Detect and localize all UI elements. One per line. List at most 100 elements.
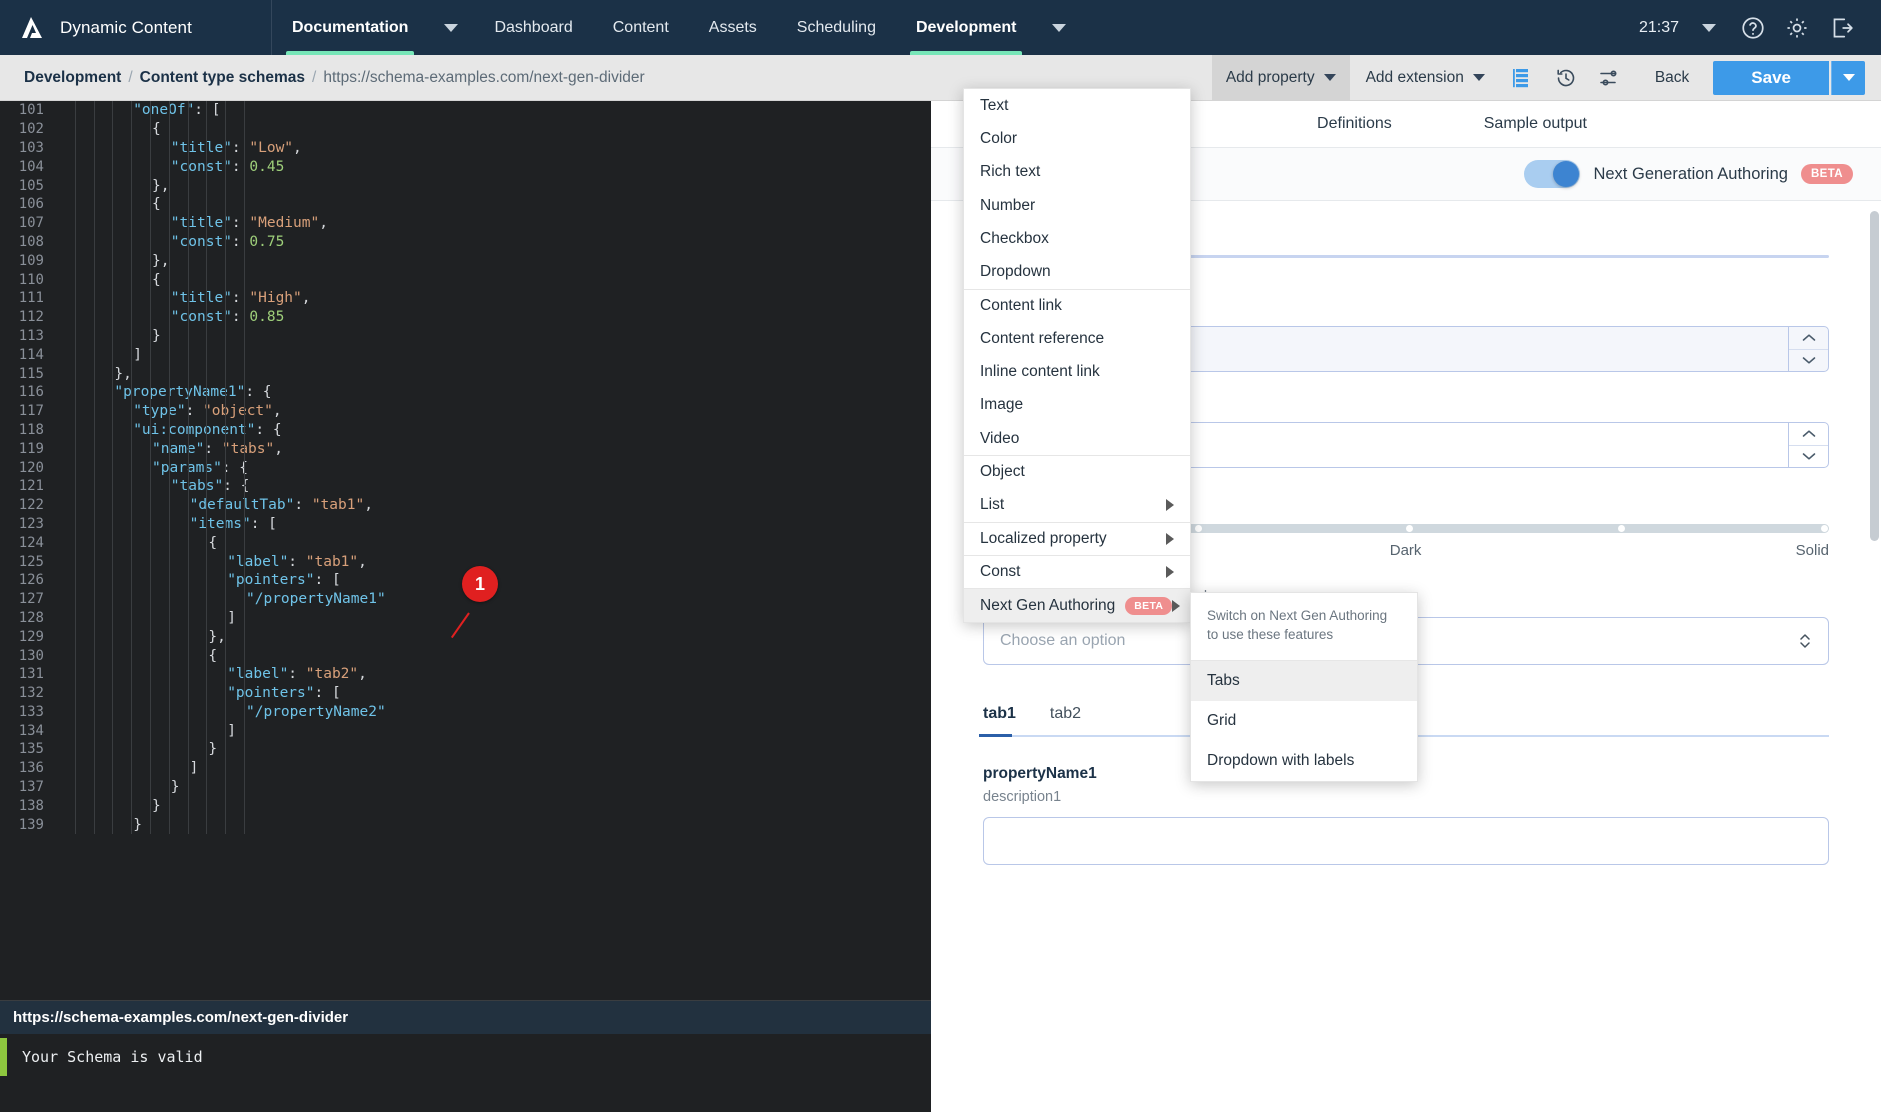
menu-item-dropdown[interactable]: Dropdown (964, 255, 1190, 288)
property-tab-tab2[interactable]: tab2 (1050, 705, 1091, 735)
format-code-button[interactable] (1501, 57, 1543, 99)
code-line[interactable]: 115}, (0, 364, 931, 383)
submenu-item-dropdown-with-labels[interactable]: Dropdown with labels (1191, 741, 1417, 781)
code-line[interactable]: 122"defaultTab": "tab1", (0, 496, 931, 515)
preview-scrollbar[interactable] (1870, 211, 1879, 541)
menu-item-image[interactable]: Image (964, 389, 1190, 422)
tab-sample-output[interactable]: Sample output (1438, 101, 1633, 147)
menu-item-number[interactable]: Number (964, 189, 1190, 222)
code-line[interactable]: 130{ (0, 646, 931, 665)
code-line[interactable]: 106{ (0, 195, 931, 214)
menu-item-color[interactable]: Color (964, 122, 1190, 155)
code-line[interactable]: 105}, (0, 176, 931, 195)
chevron-down-icon[interactable] (1789, 446, 1828, 468)
add-property-button[interactable]: Add property (1212, 55, 1350, 100)
chevron-down-icon[interactable] (1789, 350, 1828, 372)
menu-item-object[interactable]: Object (964, 455, 1190, 488)
code-line[interactable]: 110{ (0, 270, 931, 289)
menu-item-rich-text[interactable]: Rich text (964, 156, 1190, 189)
code-line[interactable]: 138} (0, 796, 931, 815)
code-line[interactable]: 137} (0, 778, 931, 797)
submenu-item-tabs[interactable]: Tabs (1191, 661, 1417, 701)
documentation-dropdown-toggle[interactable] (428, 0, 474, 55)
menu-item-checkbox[interactable]: Checkbox (964, 222, 1190, 255)
nav-item-scheduling[interactable]: Scheduling (777, 0, 896, 55)
menu-item-content-reference[interactable]: Content reference (964, 322, 1190, 355)
number-input-1-stepper[interactable] (1788, 327, 1828, 371)
breadcrumb-development[interactable]: Development (24, 69, 121, 87)
save-label: Save (1751, 68, 1791, 88)
code-line[interactable]: 103"title": "Low", (0, 139, 931, 158)
property-tab-tab1[interactable]: tab1 (983, 705, 1026, 735)
logout-button[interactable] (1821, 8, 1861, 48)
code-line[interactable]: 108"const": 0.75 (0, 233, 931, 252)
add-extension-button[interactable]: Add extension (1352, 55, 1499, 100)
code-line[interactable]: 134] (0, 721, 931, 740)
nav-item-development[interactable]: Development (896, 0, 1036, 55)
code-line[interactable]: 135} (0, 740, 931, 759)
tab-definitions[interactable]: Definitions (1271, 101, 1438, 147)
chevron-up-icon[interactable] (1789, 423, 1828, 446)
code-line[interactable]: 125"label": "tab1", (0, 552, 931, 571)
breadcrumb-current-schema: https://schema-examples.com/next-gen-div… (323, 69, 644, 87)
help-button[interactable] (1733, 8, 1773, 48)
save-options-toggle[interactable] (1831, 61, 1865, 95)
history-button[interactable] (1545, 57, 1587, 99)
menu-item-object-label: Object (980, 463, 1025, 481)
nav-item-dashboard[interactable]: Dashboard (474, 0, 592, 55)
back-button[interactable]: Back (1633, 69, 1711, 87)
nav-item-content[interactable]: Content (593, 0, 689, 55)
clock-dropdown-toggle[interactable] (1689, 8, 1729, 48)
next-gen-authoring-submenu[interactable]: Switch on Next Gen Authoring to use thes… (1190, 592, 1418, 782)
menu-item-const[interactable]: Const (964, 555, 1190, 588)
code-line[interactable]: 131"label": "tab2", (0, 665, 931, 684)
breadcrumb-content-type-schemas[interactable]: Content type schemas (140, 69, 305, 87)
code-line[interactable]: 120"params": { (0, 458, 931, 477)
menu-item-text[interactable]: Text (964, 89, 1190, 122)
code-line[interactable]: 116"propertyName1": { (0, 383, 931, 402)
line-number: 129 (0, 629, 58, 645)
code-line[interactable]: 112"const": 0.85 (0, 308, 931, 327)
save-button[interactable]: Save (1713, 61, 1829, 95)
code-line[interactable]: 121"tabs": { (0, 477, 931, 496)
number-input-2-stepper[interactable] (1788, 423, 1828, 467)
settings-button[interactable] (1777, 8, 1817, 48)
menu-item-content-link[interactable]: Content link (964, 289, 1190, 322)
line-number: 103 (0, 140, 58, 156)
submenu-item-grid[interactable]: Grid (1191, 701, 1417, 741)
code-line[interactable]: 107"title": "Medium", (0, 214, 931, 233)
nav-item-assets[interactable]: Assets (689, 0, 777, 55)
code-line[interactable]: 113} (0, 327, 931, 346)
code-line[interactable]: 119"name": "tabs", (0, 439, 931, 458)
code-line[interactable]: 104"const": 0.45 (0, 157, 931, 176)
menu-item-inline-content-link[interactable]: Inline content link (964, 355, 1190, 388)
code-line[interactable]: 111"title": "High", (0, 289, 931, 308)
code-line[interactable]: 132"pointers": [ (0, 684, 931, 703)
code-line[interactable]: 136] (0, 759, 931, 778)
code-line[interactable]: 129}, (0, 627, 931, 646)
nav-item-documentation[interactable]: Documentation (272, 0, 428, 55)
add-property-menu[interactable]: TextColorRich textNumberCheckboxDropdown… (963, 88, 1191, 623)
code-line[interactable]: 109}, (0, 251, 931, 270)
code-line[interactable]: 139} (0, 815, 931, 834)
code-line[interactable]: 124{ (0, 533, 931, 552)
menu-item-video[interactable]: Video (964, 422, 1190, 455)
code-line[interactable]: 114] (0, 345, 931, 364)
chevron-up-icon[interactable] (1789, 327, 1828, 350)
menu-item-list[interactable]: List (964, 489, 1190, 522)
code-line[interactable]: 133"/propertyName2" (0, 703, 931, 722)
property-name-1-input[interactable] (983, 817, 1829, 865)
code-editor[interactable]: 101"oneOf": [102{103"title": "Low",104"c… (0, 101, 931, 1112)
menu-item-localized-property[interactable]: Localized property (964, 522, 1190, 555)
code-line[interactable]: 102{ (0, 120, 931, 139)
brand[interactable]: Dynamic Content (0, 0, 272, 55)
menu-item-next-gen-authoring[interactable]: Next Gen AuthoringBETA (964, 588, 1190, 621)
code-line[interactable]: 101"oneOf": [ (0, 101, 931, 120)
next-gen-authoring-toggle[interactable] (1524, 160, 1580, 188)
code-line[interactable]: 118"ui:component": { (0, 421, 931, 440)
code-line[interactable]: 123"items": [ (0, 515, 931, 534)
development-dropdown-toggle[interactable] (1036, 0, 1082, 55)
tab-definitions-label: Definitions (1317, 115, 1392, 133)
code-line[interactable]: 117"type": "object", (0, 402, 931, 421)
editor-settings-button[interactable] (1589, 57, 1631, 99)
